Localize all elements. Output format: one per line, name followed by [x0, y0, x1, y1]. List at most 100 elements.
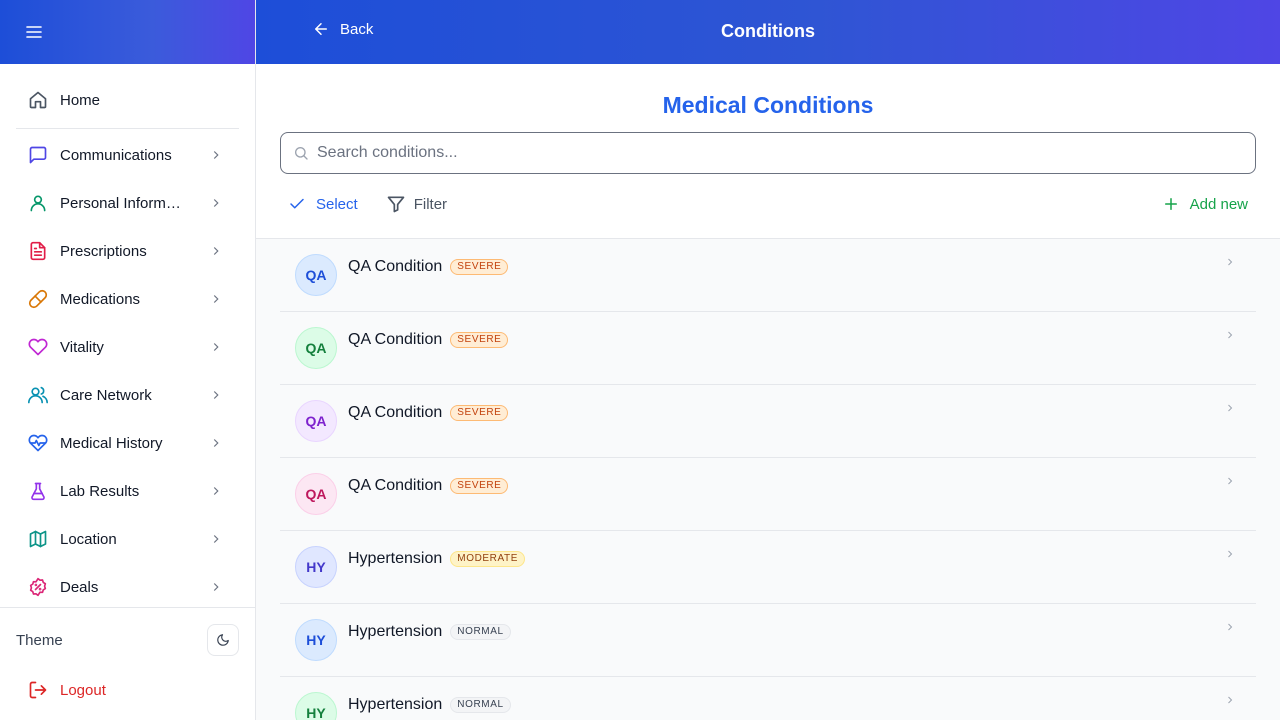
search-icon	[295, 147, 308, 160]
condition-name: QA Condition	[348, 258, 443, 275]
logout-button[interactable]: Logout	[0, 668, 255, 712]
sidebar-header	[0, 0, 255, 64]
severity-badge: MODERATE	[450, 551, 526, 567]
condition-title: Hypertension MODERATE	[348, 550, 526, 568]
flask-icon	[28, 481, 48, 501]
users-icon	[28, 385, 48, 405]
theme-label: Theme	[16, 631, 63, 649]
heart-icon	[28, 337, 48, 357]
severity-badge: NORMAL	[450, 697, 511, 713]
select-label: Select	[316, 195, 358, 213]
list-toolbar: Select Filter Add new	[280, 190, 1256, 218]
sidebar-item-label: Personal Information	[60, 194, 186, 212]
condition-row[interactable]: QA QA Condition SEVERE	[280, 458, 1256, 531]
condition-avatar: QA	[295, 327, 337, 369]
condition-row[interactable]: HY Hypertension NORMAL	[280, 604, 1256, 677]
condition-name: QA Condition	[348, 477, 443, 494]
condition-avatar: HY	[295, 692, 337, 720]
filter-label: Filter	[413, 195, 448, 213]
theme-row: Theme	[0, 608, 255, 672]
sidebar-item-label: Deals	[60, 578, 99, 596]
chevron-right-icon	[213, 343, 219, 351]
user-icon	[28, 193, 48, 213]
file-text-icon	[28, 241, 48, 261]
condition-avatar: HY	[295, 546, 337, 588]
sidebar-item-label: Home	[60, 91, 101, 109]
condition-name: QA Condition	[348, 331, 443, 348]
sidebar-item-label: Prescriptions	[60, 242, 147, 260]
chevron-right-icon	[213, 295, 219, 303]
chevron-right-icon	[1228, 696, 1233, 704]
condition-name: Hypertension	[348, 623, 443, 640]
main-content: Back Conditions Medical Conditions Selec…	[256, 0, 1280, 720]
top-bar: Back Conditions	[256, 0, 1280, 64]
sidebar-nav: Home Communications Personal Information…	[0, 64, 255, 611]
sidebar-item-medications[interactable]: Medications	[16, 275, 239, 323]
condition-row[interactable]: HY Hypertension NORMAL	[280, 677, 1256, 720]
severity-badge: SEVERE	[450, 478, 509, 494]
sidebar-item-deals[interactable]: Deals	[16, 563, 239, 611]
sidebar-item-communications[interactable]: Communications	[16, 131, 239, 179]
pill-icon	[28, 289, 48, 309]
sidebar-item-care-network[interactable]: Care Network	[16, 371, 239, 419]
chevron-right-icon	[1228, 550, 1233, 558]
condition-title: Hypertension NORMAL	[348, 623, 511, 641]
check-icon	[290, 198, 304, 209]
sidebar-item-personal-information[interactable]: Personal Information	[16, 179, 239, 227]
sidebar-item-label: Location	[60, 530, 117, 548]
sidebar-item-location[interactable]: Location	[16, 515, 239, 563]
chevron-right-icon	[1228, 623, 1233, 631]
chevron-right-icon	[213, 151, 219, 159]
sidebar-item-vitality[interactable]: Vitality	[16, 323, 239, 371]
sidebar-item-label: Communications	[60, 146, 172, 164]
sidebar-item-label: Vitality	[60, 338, 104, 356]
sidebar-item-medical-history[interactable]: Medical History	[16, 419, 239, 467]
sidebar-item-prescriptions[interactable]: Prescriptions	[16, 227, 239, 275]
chevron-right-icon	[1228, 404, 1233, 412]
chevron-right-icon	[213, 439, 219, 447]
search-input[interactable]	[317, 144, 1255, 162]
filter-icon	[387, 196, 405, 213]
condition-name: QA Condition	[348, 404, 443, 421]
severity-badge: SEVERE	[450, 332, 509, 348]
map-icon	[28, 529, 48, 549]
severity-badge: SEVERE	[450, 259, 509, 275]
chevron-right-icon	[213, 391, 219, 399]
condition-name: Hypertension	[348, 696, 443, 713]
search-box	[280, 132, 1256, 174]
condition-title: Hypertension NORMAL	[348, 696, 511, 714]
content-header: Medical Conditions Select Filter Add new	[256, 64, 1280, 239]
condition-row[interactable]: QA QA Condition SEVERE	[280, 312, 1256, 385]
chevron-right-icon	[213, 199, 219, 207]
sidebar-item-lab-results[interactable]: Lab Results	[16, 467, 239, 515]
add-new-label: Add new	[1189, 195, 1248, 213]
condition-avatar: QA	[295, 400, 337, 442]
theme-toggle-button[interactable]	[207, 624, 239, 656]
badge-percent-icon	[28, 577, 48, 597]
sidebar-item-home[interactable]: Home	[16, 76, 239, 124]
moon-icon	[217, 634, 229, 646]
condition-row[interactable]: QA QA Condition SEVERE	[280, 385, 1256, 458]
menu-icon[interactable]	[24, 22, 44, 42]
severity-badge: SEVERE	[450, 405, 509, 421]
heart-pulse-icon	[28, 433, 48, 453]
plus-icon	[1164, 198, 1177, 210]
chevron-right-icon	[1228, 258, 1233, 266]
condition-title: QA Condition SEVERE	[348, 258, 509, 276]
sidebar-footer: Theme Logout	[0, 607, 255, 720]
condition-title: QA Condition SEVERE	[348, 331, 509, 349]
sidebar-item-label: Care Network	[60, 386, 152, 404]
chevron-right-icon	[213, 487, 219, 495]
select-button[interactable]: Select	[288, 195, 358, 213]
home-icon	[28, 90, 48, 110]
message-square-icon	[28, 145, 48, 165]
condition-avatar: QA	[295, 254, 337, 296]
condition-row[interactable]: HY Hypertension MODERATE	[280, 531, 1256, 604]
sidebar-item-label: Lab Results	[60, 482, 140, 500]
condition-row[interactable]: QA QA Condition SEVERE	[280, 239, 1256, 312]
logout-icon	[29, 681, 47, 699]
chevron-right-icon	[1228, 477, 1233, 485]
add-new-button[interactable]: Add new	[1162, 195, 1248, 213]
filter-button[interactable]: Filter	[386, 194, 447, 214]
sidebar-divider	[16, 128, 239, 129]
